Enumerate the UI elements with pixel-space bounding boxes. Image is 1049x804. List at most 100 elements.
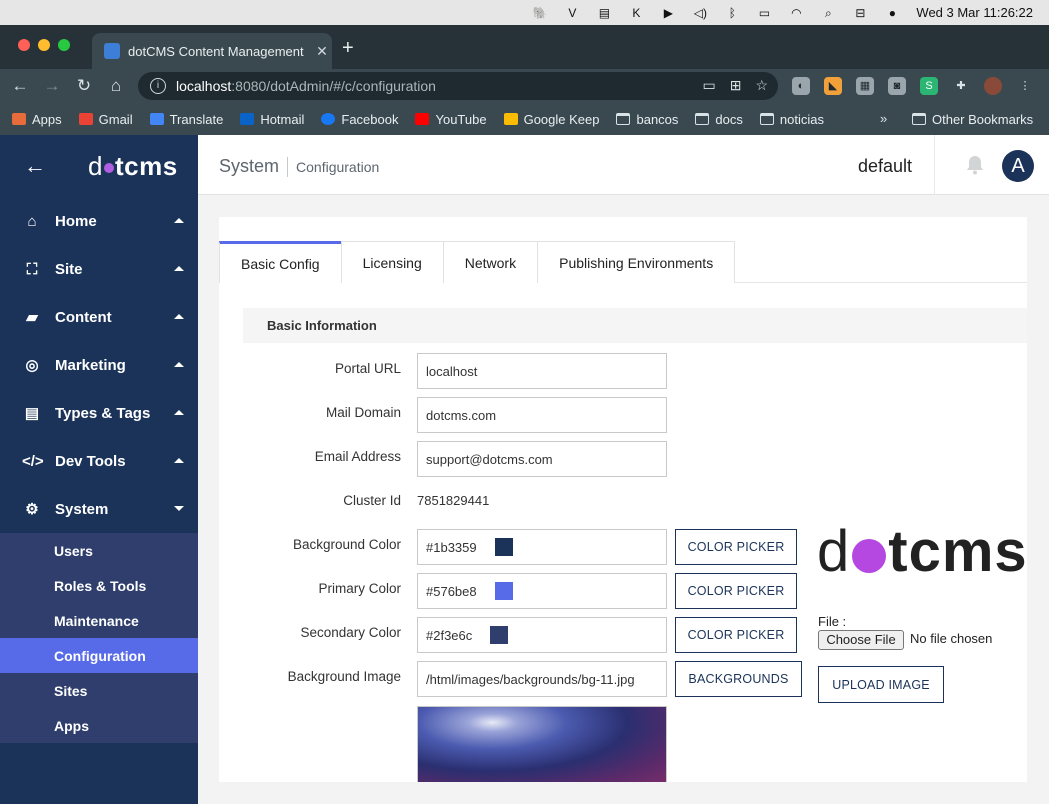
back-icon[interactable]: ← xyxy=(4,76,36,96)
search-icon[interactable]: ⌕ xyxy=(820,6,836,20)
caret-up-icon xyxy=(174,410,184,415)
sidebar-item-system[interactable]: ⚙ System xyxy=(0,485,198,533)
cast-icon[interactable]: ▭ xyxy=(702,77,715,94)
mail-domain-input[interactable]: dotcms.com xyxy=(417,397,667,433)
folder-icon xyxy=(616,113,631,125)
background-color-picker-button[interactable]: COLOR PICKER xyxy=(675,529,797,565)
collapse-sidebar-icon[interactable]: ← xyxy=(24,155,46,177)
bookmark-gmail[interactable]: Gmail xyxy=(78,112,133,127)
tab-network[interactable]: Network xyxy=(442,241,539,283)
browser-tab[interactable]: dotCMS Content Management ✕ xyxy=(92,33,332,69)
tab-basic-config[interactable]: Basic Config xyxy=(219,241,342,283)
wifi-icon[interactable]: ◠ xyxy=(788,6,804,20)
bookmark-noticias[interactable]: noticias xyxy=(759,112,824,127)
extensions-area: ◐ ◣ ▦ ◙ S ✚ ⋮ xyxy=(792,77,1034,95)
keep-icon xyxy=(503,113,518,125)
battery-icon[interactable]: ▭ xyxy=(756,6,772,20)
control-center-icon[interactable]: ⊟ xyxy=(852,6,868,20)
submenu-item-maintenance[interactable]: Maintenance xyxy=(0,603,198,638)
profile-avatar-icon[interactable] xyxy=(984,77,1002,95)
primary-color-picker-button[interactable]: COLOR PICKER xyxy=(675,573,797,609)
upload-image-button[interactable]: UPLOAD IMAGE xyxy=(818,666,944,703)
puzzle-icon[interactable]: ✚ xyxy=(952,77,970,95)
tab-licensing[interactable]: Licensing xyxy=(340,241,444,283)
elephant-icon[interactable]: 🐘 xyxy=(532,6,548,20)
more-menu-icon[interactable]: ⋮ xyxy=(1016,77,1034,95)
submenu-item-users[interactable]: Users xyxy=(0,533,198,568)
sidebar-item-marketing[interactable]: ◎ Marketing xyxy=(0,341,198,389)
home-icon[interactable]: ⌂ xyxy=(100,76,132,96)
caret-up-icon xyxy=(174,218,184,223)
new-tab-icon[interactable]: + xyxy=(342,38,354,58)
zoom-window-button[interactable] xyxy=(58,39,70,51)
reload-icon[interactable]: ↻ xyxy=(68,76,100,96)
portal-url-row: Portal URL localhost xyxy=(219,353,1027,389)
bell-icon[interactable] xyxy=(966,155,984,175)
email-address-input[interactable]: support@dotcms.com xyxy=(417,441,667,477)
extension-2-icon[interactable]: ◣ xyxy=(824,77,842,95)
background-image-input[interactable]: /html/images/backgrounds/bg-11.jpg xyxy=(417,661,667,697)
choose-file-button[interactable]: Choose File xyxy=(818,630,904,650)
minimize-window-button[interactable] xyxy=(38,39,50,51)
bookmark-hotmail[interactable]: Hotmail xyxy=(240,112,304,127)
extension-3-icon[interactable]: ▦ xyxy=(856,77,874,95)
bookmark-apps[interactable]: Apps xyxy=(12,112,62,127)
close-tab-icon[interactable]: ✕ xyxy=(312,43,332,60)
bookmark-google-keep[interactable]: Google Keep xyxy=(503,112,599,127)
apps-grid-icon[interactable]: ⊞ xyxy=(730,77,742,94)
bookmark-bancos[interactable]: bancos xyxy=(616,112,678,127)
background-color-input[interactable]: #1b3359 xyxy=(417,529,667,565)
sidebar: ← d tcms ⌂ Home ⛶ Site ▰ Content ◎ Marketing … xyxy=(0,135,198,804)
sidebar-item-site[interactable]: ⛶ Site xyxy=(0,245,198,293)
extension-5-icon[interactable]: S xyxy=(920,77,938,95)
target-icon: ◎ xyxy=(25,357,39,374)
submenu-item-apps[interactable]: Apps xyxy=(0,708,198,743)
bookmark-translate[interactable]: Translate xyxy=(149,112,223,127)
cluster-id-value: 7851829441 xyxy=(417,493,490,508)
translate-icon xyxy=(149,113,164,125)
bookmark-star-icon[interactable]: ☆ xyxy=(755,77,768,94)
cluster-id-row: Cluster Id 7851829441 xyxy=(219,485,1027,521)
close-window-button[interactable] xyxy=(18,39,30,51)
portal-url-input[interactable]: localhost xyxy=(417,353,667,389)
system-submenu: Users Roles & Tools Maintenance Configur… xyxy=(0,533,198,743)
other-bookmarks[interactable]: Other Bookmarks xyxy=(912,103,1033,135)
bluetooth-icon[interactable]: ᛒ xyxy=(724,6,740,20)
site-info-icon[interactable]: i xyxy=(150,78,166,94)
extension-4-icon[interactable]: ◙ xyxy=(888,77,906,95)
bookmark-youtube[interactable]: YouTube xyxy=(415,112,487,127)
breadcrumb-main: System xyxy=(219,156,280,176)
breadcrumb: System Configuration xyxy=(219,156,379,177)
siri-icon[interactable]: ● xyxy=(884,6,900,20)
macos-menu-bar: 🐘 V ▤ K ▶ ◁) ᛒ ▭ ◠ ⌕ ⊟ ● Wed 3 Mar 11:26… xyxy=(0,0,1049,25)
volume-icon[interactable]: ◁) xyxy=(692,6,708,20)
submenu-item-sites[interactable]: Sites xyxy=(0,673,198,708)
k-icon[interactable]: K xyxy=(628,6,644,20)
background-image-preview xyxy=(417,706,667,782)
primary-color-input[interactable]: #576be8 xyxy=(417,573,667,609)
secondary-color-picker-button[interactable]: COLOR PICKER xyxy=(675,617,797,653)
submenu-item-configuration[interactable]: Configuration xyxy=(0,638,198,673)
extension-1-icon[interactable]: ◐ xyxy=(792,77,810,95)
avatar[interactable]: A xyxy=(1002,150,1034,182)
submenu-item-roles-tools[interactable]: Roles & Tools xyxy=(0,568,198,603)
sidebar-item-content[interactable]: ▰ Content xyxy=(0,293,198,341)
site-selector[interactable]: default xyxy=(858,156,912,177)
browser-chrome: dotCMS Content Management ✕ + ← → ↻ ⌂ i … xyxy=(0,25,1049,135)
forward-icon[interactable]: → xyxy=(36,76,68,96)
dotcms-logo: d tcms xyxy=(88,151,178,181)
more-bookmarks-icon[interactable]: » xyxy=(880,111,887,126)
address-bar[interactable]: i localhost:8080/dotAdmin/#/c/configurat… xyxy=(138,72,778,100)
tab-publishing-environments[interactable]: Publishing Environments xyxy=(537,241,736,283)
sidebar-item-dev-tools[interactable]: </> Dev Tools xyxy=(0,437,198,485)
secondary-color-input[interactable]: #2f3e6c xyxy=(417,617,667,653)
play-icon[interactable]: ▶ xyxy=(660,6,676,20)
backgrounds-button[interactable]: BACKGROUNDS xyxy=(675,661,802,697)
caret-up-icon xyxy=(174,362,184,367)
vim-icon[interactable]: V xyxy=(564,6,580,20)
bookmark-docs[interactable]: docs xyxy=(695,112,743,127)
docker-icon[interactable]: ▤ xyxy=(596,6,612,20)
bookmark-facebook[interactable]: Facebook xyxy=(321,112,398,127)
sidebar-item-types-tags[interactable]: ▤ Types & Tags xyxy=(0,389,198,437)
sidebar-item-home[interactable]: ⌂ Home xyxy=(0,197,198,245)
